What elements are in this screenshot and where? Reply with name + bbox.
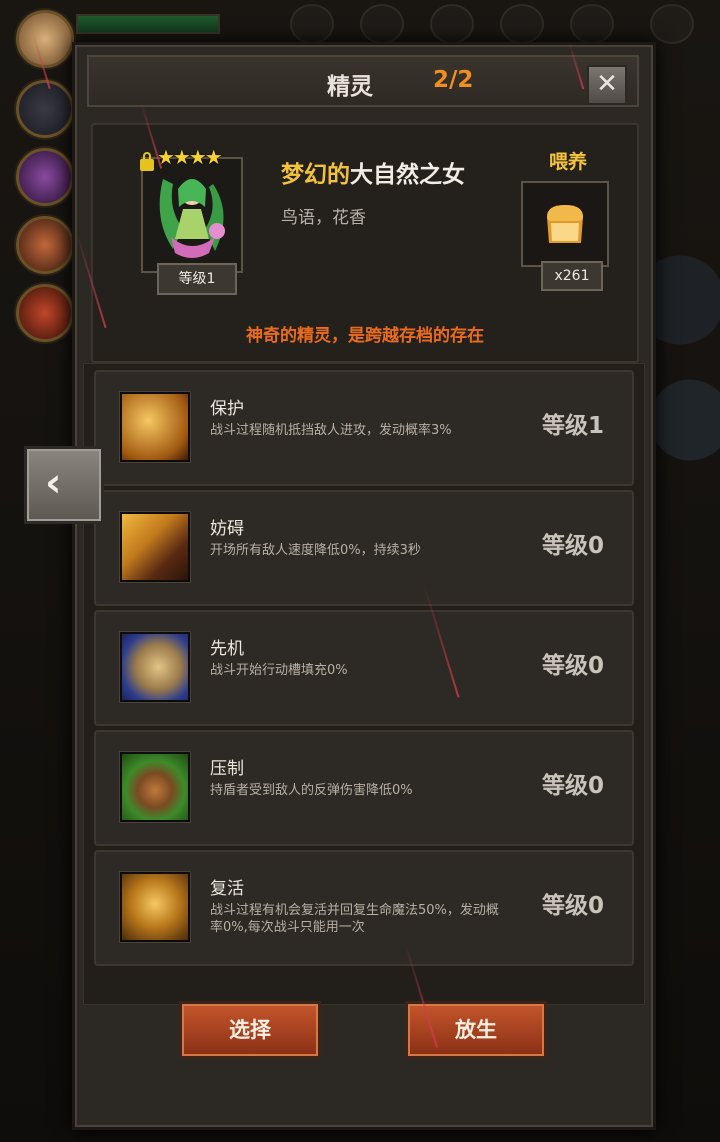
lock-icon[interactable] <box>140 152 154 171</box>
select-button[interactable]: 选择 <box>179 1001 321 1059</box>
skill-name: 压制 <box>210 759 244 779</box>
hero-avatar[interactable] <box>16 216 74 274</box>
revive-skill-icon <box>120 872 190 942</box>
close-icon: ✕ <box>596 69 618 99</box>
feed-label: 喂养 <box>549 151 588 173</box>
spirit-description: 神奇的精灵，是跨越存档的存在 <box>246 326 484 346</box>
top-menu-icon <box>360 4 404 44</box>
skill-name: 妨碍 <box>210 519 244 539</box>
chevron-left-icon: ‹ <box>45 460 62 506</box>
suppress-skill-icon <box>120 752 190 822</box>
hero-avatar[interactable] <box>16 284 74 342</box>
skill-level: 等级0 <box>541 533 604 559</box>
nature-fairy-portrait <box>143 159 241 271</box>
skill-row-initiative[interactable]: 先机 战斗开始行动槽填充0% 等级0 <box>94 610 634 726</box>
title-bar: 精灵 2/2 <box>87 55 639 107</box>
spirit-info-card: ★★★★ 等级1 梦幻的大自然之女 鸟语，花香 喂养 x261 神奇的精灵，是跨… <box>91 123 639 363</box>
skill-row-protect[interactable]: 保护 战斗过程随机抵挡敌人进攻，发动概率3% 等级1 <box>94 370 634 486</box>
close-button[interactable]: ✕ <box>587 65 627 105</box>
skill-description: 战斗开始行动槽填充0% <box>210 663 348 678</box>
skill-name: 先机 <box>210 639 244 659</box>
initiative-skill-icon <box>120 632 190 702</box>
spirit-name-main: 大自然之女 <box>350 162 465 188</box>
panel-title: 精灵 <box>327 74 373 100</box>
top-menu-icon <box>500 4 544 44</box>
back-button[interactable]: ‹ <box>24 446 104 524</box>
hero-avatar[interactable] <box>16 80 74 138</box>
skill-row-hinder[interactable]: 妨碍 开场所有敌人速度降低0%，持续3秒 等级0 <box>94 490 634 606</box>
hero-avatar[interactable] <box>16 10 74 68</box>
skills-list: 保护 战斗过程随机抵挡敌人进攻，发动概率3% 等级1 妨碍 开场所有敌人速度降低… <box>83 363 645 1005</box>
bread-icon <box>547 205 583 243</box>
top-menu-icon <box>570 4 614 44</box>
skill-row-revive[interactable]: 复活 战斗过程有机会复活并回复生命魔法50%，发动概率0%,每次战斗只能用一次 … <box>94 850 634 966</box>
spirit-name: 梦幻的大自然之女 <box>281 155 465 189</box>
protect-skill-icon <box>120 392 190 462</box>
skill-row-suppress[interactable]: 压制 持盾者受到敌人的反弹伤害降低0% 等级0 <box>94 730 634 846</box>
spirit-portrait[interactable] <box>141 157 243 273</box>
skill-name: 复活 <box>210 879 244 899</box>
rarity-stars: ★★★★ <box>157 145 223 169</box>
skill-description: 开场所有敌人速度降低0%，持续3秒 <box>210 543 421 558</box>
key-icon <box>650 4 694 44</box>
hinder-skill-icon <box>120 512 190 582</box>
skill-level: 等级1 <box>541 413 604 439</box>
feed-button[interactable] <box>521 181 609 267</box>
skill-name: 保护 <box>210 399 244 419</box>
skill-description: 持盾者受到敌人的反弹伤害降低0% <box>210 783 413 798</box>
skill-level: 等级0 <box>541 893 604 919</box>
skill-level: 等级0 <box>541 773 604 799</box>
feed-count: x261 <box>541 261 603 291</box>
spirit-panel: 精灵 2/2 ✕ ★★★★ 等级1 梦幻的大自然之女 鸟语，花香 喂养 x261… <box>72 42 656 1130</box>
skill-description: 战斗过程有机会复活并回复生命魔法50%，发动概率0%,每次战斗只能用一次 <box>210 903 499 935</box>
hero-avatar[interactable] <box>16 148 74 206</box>
skill-description: 战斗过程随机抵挡敌人进攻，发动概率3% <box>210 423 452 438</box>
skill-level: 等级0 <box>541 653 604 679</box>
hp-bar <box>76 14 220 34</box>
top-menu-icon <box>430 4 474 44</box>
spirit-name-prefix: 梦幻的 <box>281 162 350 188</box>
spirit-tags: 鸟语，花香 <box>281 208 366 228</box>
top-menu-icon <box>290 4 334 44</box>
spirit-count: 2/2 <box>433 67 474 93</box>
spirit-level: 等级1 <box>157 263 237 295</box>
